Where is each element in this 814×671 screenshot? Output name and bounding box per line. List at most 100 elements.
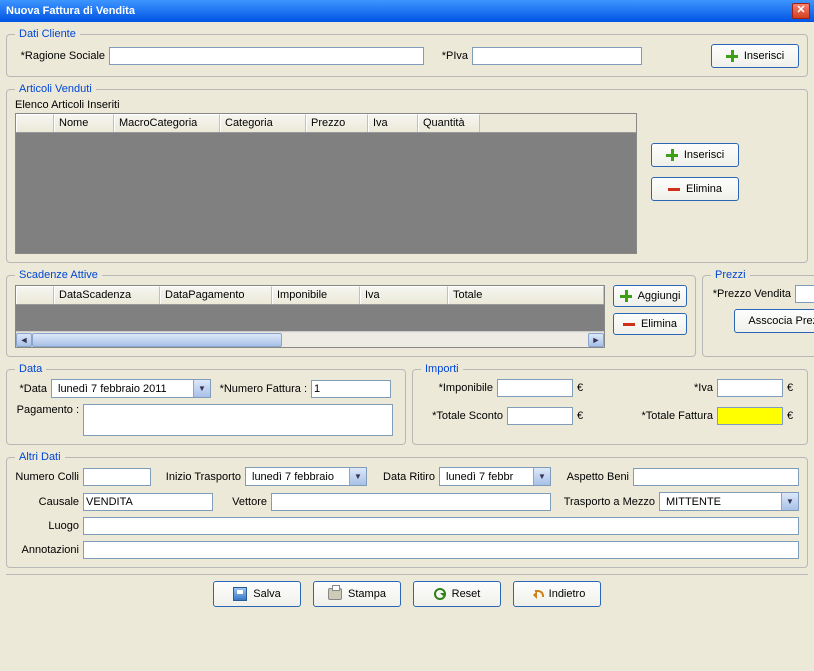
scroll-thumb[interactable] (32, 333, 282, 347)
data-legend: Data (15, 363, 46, 375)
inizio-date-value: lunedì 7 febbraio (246, 471, 349, 483)
articoli-grid-header: Nome MacroCategoria Categoria Prezzo Iva… (16, 114, 636, 133)
articoli-grid-body[interactable] (16, 133, 636, 253)
numcolli-label: Numero Colli (15, 471, 79, 483)
pagamento-label: Pagamento : (15, 404, 79, 416)
prezzi-group: Prezzi *Prezzo Vendita € Asscocia Prezzo (702, 269, 814, 357)
back-icon (529, 588, 543, 600)
euro-symbol: € (787, 410, 799, 422)
articoli-subtitle: Elenco Articoli Inseriti (15, 99, 799, 111)
elimina-articolo-button[interactable]: Elimina (651, 177, 739, 201)
inizio-trasporto-date[interactable]: lunedì 7 febbraio ▼ (245, 467, 367, 486)
col-nome[interactable]: Nome (54, 114, 114, 132)
totfattura-input[interactable] (717, 407, 783, 425)
stampa-button[interactable]: Stampa (313, 581, 401, 607)
euro-symbol: € (577, 382, 589, 394)
data-ritiro-label: Data Ritiro (371, 471, 435, 483)
totfattura-label: *Totale Fattura (633, 410, 713, 422)
iva-label: *Iva (683, 382, 713, 394)
imponibile-input[interactable] (497, 379, 573, 397)
sconto-label: *Totale Sconto (421, 410, 503, 422)
print-icon (328, 588, 342, 600)
titlebar: Nuova Fattura di Vendita ✕ (0, 0, 814, 22)
scadenze-group: Scadenze Attive DataScadenza DataPagamen… (6, 269, 696, 357)
aspetto-beni-input[interactable] (633, 468, 799, 486)
plus-icon (726, 50, 738, 62)
imponibile-label: *Imponibile (421, 382, 493, 394)
sconto-input[interactable] (507, 407, 573, 425)
chevron-down-icon[interactable]: ▼ (781, 493, 798, 510)
inserisci-cliente-button[interactable]: Inserisci (711, 44, 799, 68)
vettore-label: Vettore (217, 496, 267, 508)
numfattura-input[interactable] (311, 380, 391, 398)
causale-label: Causale (15, 496, 79, 508)
plus-icon (620, 290, 632, 302)
ragione-sociale-input[interactable] (109, 47, 424, 65)
numcolli-input[interactable] (83, 468, 151, 486)
col-datapag[interactable]: DataPagamento (160, 286, 272, 304)
scadenze-grid-body[interactable] (16, 305, 604, 331)
scroll-left-button[interactable]: ◄ (16, 333, 32, 347)
prezzo-vendita-label: *Prezzo Vendita (711, 288, 791, 300)
data-ritiro-date[interactable]: lunedì 7 febbr ▼ (439, 467, 551, 486)
reset-button[interactable]: Reset (413, 581, 501, 607)
articoli-group: Articoli Venduti Elenco Articoli Inserit… (6, 83, 808, 263)
indietro-button[interactable]: Indietro (513, 581, 601, 607)
scadenze-scrollbar[interactable]: ◄ ► (16, 331, 604, 347)
trasporto-mezzo-label: Trasporto a Mezzo (555, 496, 655, 508)
data-label: *Data (15, 383, 47, 395)
scadenze-legend: Scadenze Attive (15, 269, 102, 281)
col-totale[interactable]: Totale (448, 286, 604, 304)
col-prezzo[interactable]: Prezzo (306, 114, 368, 132)
data-date-picker[interactable]: lunedì 7 febbraio 2011 ▼ (51, 379, 211, 398)
prezzo-vendita-input[interactable] (795, 285, 814, 303)
inserisci-articolo-button[interactable]: Inserisci (651, 143, 739, 167)
minus-icon (668, 183, 680, 195)
col-blank[interactable] (16, 114, 54, 132)
associa-prezzo-button[interactable]: Asscocia Prezzo (734, 309, 814, 333)
iva-input[interactable] (717, 379, 783, 397)
vettore-input[interactable] (271, 493, 551, 511)
importi-group: Importi *Imponibile € *Iva € *Totale Sco… (412, 363, 808, 445)
salva-button[interactable]: Salva (213, 581, 301, 607)
numfattura-label: *Numero Fattura : (215, 383, 307, 395)
annotazioni-label: Annotazioni (15, 544, 79, 556)
piva-input[interactable] (472, 47, 642, 65)
trasporto-mezzo-select[interactable]: MITTENTE ▼ (659, 492, 799, 511)
luogo-input[interactable] (83, 517, 799, 535)
scroll-right-button[interactable]: ► (588, 333, 604, 347)
close-button[interactable]: ✕ (792, 3, 810, 19)
chevron-down-icon[interactable]: ▼ (349, 468, 366, 485)
col-imponibile[interactable]: Imponibile (272, 286, 360, 304)
pagamento-input[interactable] (83, 404, 393, 436)
minus-icon (623, 318, 635, 330)
col-iva2[interactable]: Iva (360, 286, 448, 304)
col-categoria[interactable]: Categoria (220, 114, 306, 132)
data-group: Data *Data lunedì 7 febbraio 2011 ▼ *Num… (6, 363, 406, 445)
chevron-down-icon[interactable]: ▼ (193, 380, 210, 397)
refresh-icon (434, 588, 446, 600)
chevron-down-icon[interactable]: ▼ (533, 468, 550, 485)
col-iva[interactable]: Iva (368, 114, 418, 132)
articoli-grid: Nome MacroCategoria Categoria Prezzo Iva… (15, 113, 637, 254)
save-icon (233, 587, 247, 601)
bottom-toolbar: Salva Stampa Reset Indietro (6, 574, 808, 607)
col-macro[interactable]: MacroCategoria (114, 114, 220, 132)
col-blank2[interactable] (16, 286, 54, 304)
plus-icon (666, 149, 678, 161)
aspetto-beni-label: Aspetto Beni (555, 471, 629, 483)
col-quantita[interactable]: Quantità (418, 114, 480, 132)
col-datascad[interactable]: DataScadenza (54, 286, 160, 304)
articoli-legend: Articoli Venduti (15, 83, 96, 95)
aggiungi-scadenza-button[interactable]: Aggiungi (613, 285, 687, 307)
annotazioni-input[interactable] (83, 541, 799, 559)
luogo-label: Luogo (15, 520, 79, 532)
scadenze-grid: DataScadenza DataPagamento Imponibile Iv… (15, 285, 605, 348)
data-date-value: lunedì 7 febbraio 2011 (52, 383, 193, 395)
piva-label: *PIva (428, 50, 468, 62)
importi-legend: Importi (421, 363, 463, 375)
altri-dati-legend: Altri Dati (15, 451, 65, 463)
elimina-scadenza-button[interactable]: Elimina (613, 313, 687, 335)
euro-symbol: € (577, 410, 589, 422)
causale-input[interactable] (83, 493, 213, 511)
